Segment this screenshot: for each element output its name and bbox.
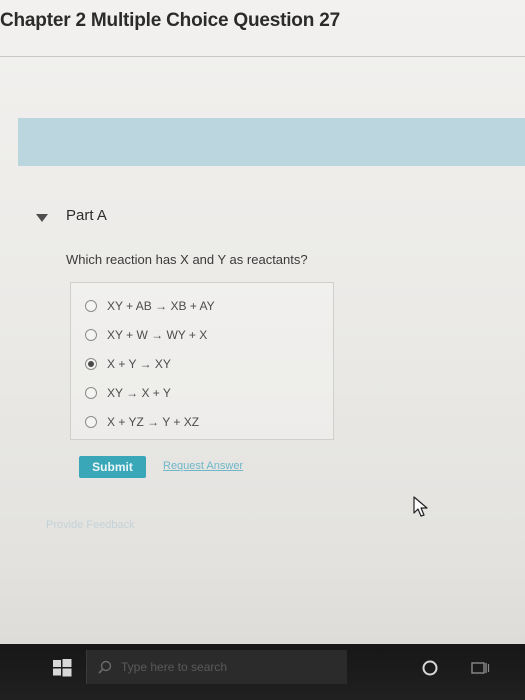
radio-button-selected[interactable] [85, 358, 97, 370]
option-2[interactable]: XY + W → WY + X [85, 325, 207, 345]
windows-logo-icon[interactable] [50, 656, 74, 680]
option-label: XY + AB → XB + AY [107, 299, 215, 313]
request-answer-link[interactable]: Request Answer [163, 460, 243, 472]
mouse-pointer-icon [413, 496, 429, 523]
part-label[interactable]: Part A [66, 207, 107, 224]
radio-button[interactable] [85, 387, 97, 399]
task-view-icon[interactable] [470, 659, 490, 677]
answer-options: XY + AB → XB + AY XY + W → WY + X X + Y … [70, 282, 334, 440]
search-placeholder: Type here to search [121, 660, 228, 674]
option-label: XY → X + Y [107, 386, 171, 400]
option-label: XY + W → WY + X [107, 328, 208, 342]
info-banner [18, 118, 525, 166]
question-text: Which reaction has X and Y as reactants? [66, 252, 308, 267]
option-3[interactable]: X + Y → XY [85, 354, 171, 374]
submit-button[interactable]: Submit [79, 456, 146, 478]
option-4[interactable]: XY → X + Y [85, 383, 171, 403]
option-label: X + Y → XY [107, 357, 171, 371]
collapse-caret-icon[interactable] [34, 212, 50, 224]
radio-button[interactable] [85, 329, 97, 341]
search-icon [97, 659, 113, 675]
title-divider [0, 56, 525, 57]
taskbar-search-box[interactable]: Type here to search [86, 650, 347, 684]
radio-button[interactable] [85, 416, 97, 428]
radio-button[interactable] [85, 300, 97, 312]
cortana-circle-icon[interactable] [421, 659, 439, 677]
option-label: X + YZ → Y + XZ [107, 415, 200, 429]
page-title: Chapter 2 Multiple Choice Question 27 [0, 10, 340, 31]
option-1[interactable]: XY + AB → XB + AY [85, 296, 215, 316]
provide-feedback-link[interactable]: Provide Feedback [46, 519, 135, 531]
option-5[interactable]: X + YZ → Y + XZ [85, 412, 199, 432]
